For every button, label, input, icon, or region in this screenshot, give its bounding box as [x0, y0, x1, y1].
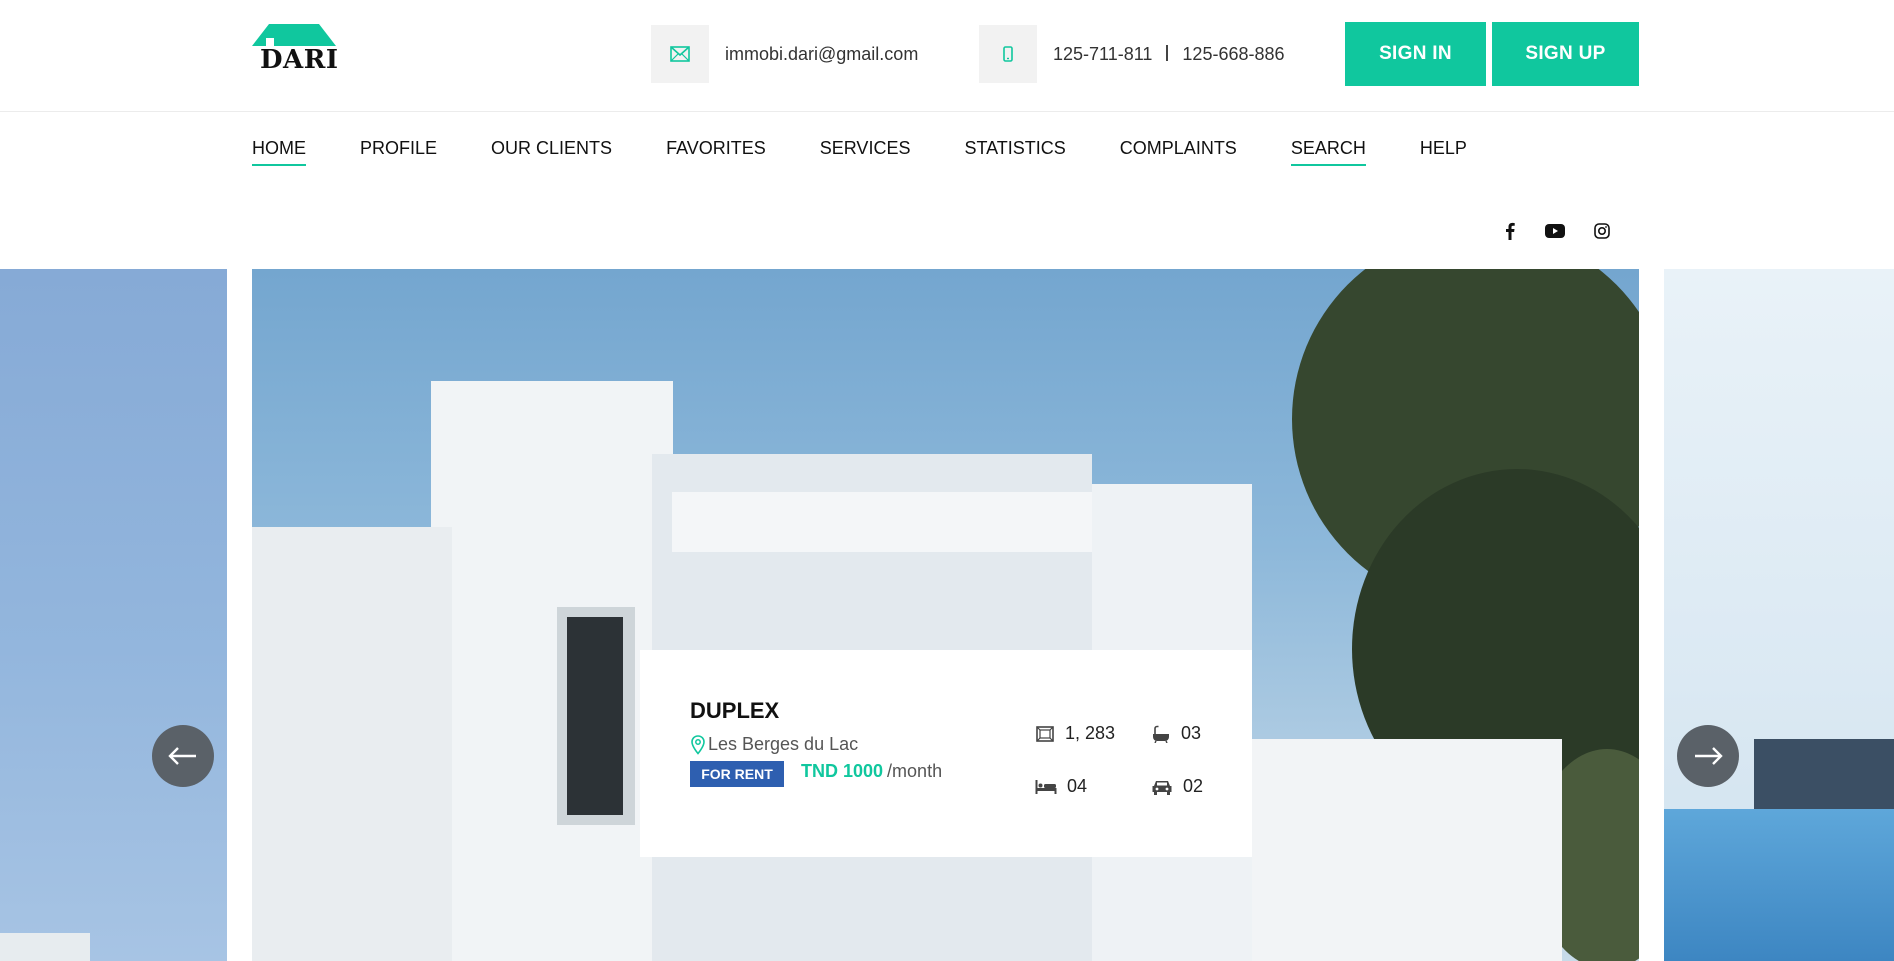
phone-number-2[interactable]: 125-668-886	[1182, 44, 1284, 64]
property-location: Les Berges du Lac	[690, 734, 858, 755]
building-shape	[252, 527, 452, 961]
email-address[interactable]: immobi.dari@gmail.com	[725, 44, 918, 65]
nav-item-home[interactable]: HOME	[252, 138, 306, 166]
bathtub-icon	[1153, 725, 1169, 743]
phone-contact: 125-711-811 125-668-886	[979, 25, 1285, 83]
nav-item-complaints[interactable]: COMPLAINTS	[1120, 138, 1237, 166]
price-amount: TND 1000	[801, 761, 884, 781]
slide-next-image	[1664, 269, 1894, 961]
arrow-left-icon	[168, 747, 196, 765]
area-icon	[1036, 725, 1054, 742]
window-shape	[567, 617, 623, 815]
instagram-icon[interactable]	[1590, 219, 1614, 243]
nav-item-profile[interactable]: PROFILE	[360, 138, 437, 166]
logo-text: DARI	[260, 45, 339, 75]
building-shape	[1252, 739, 1562, 961]
property-price: TND 1000/month	[801, 761, 942, 782]
area-feature: 1, 283	[1035, 723, 1115, 744]
area-value: 1, 283	[1065, 723, 1116, 743]
baths-value: 03	[1181, 723, 1202, 743]
property-card[interactable]: DUPLEX Les Berges du Lac FOR RENT TND 10…	[640, 650, 1252, 857]
building-shape	[431, 381, 673, 961]
nav-item-favorites[interactable]: FAVORITES	[666, 138, 766, 166]
email-contact: immobi.dari@gmail.com	[651, 25, 918, 83]
location-text: Les Berges du Lac	[708, 734, 859, 754]
nav-item-search[interactable]: SEARCH	[1290, 138, 1366, 166]
building-shape	[672, 492, 1092, 552]
main-nav: HOME PROFILE OUR CLIENTS FAVORITES SERVI…	[252, 138, 1521, 166]
nav-item-help[interactable]: HELP	[1420, 138, 1467, 166]
sign-up-button[interactable]: SIGN UP	[1492, 22, 1639, 86]
bath-feature: 03	[1151, 723, 1201, 744]
garage-feature: 02	[1151, 776, 1203, 797]
next-slide-button[interactable]	[1677, 725, 1739, 787]
slide-previous-image	[0, 269, 227, 961]
phone-separator	[1166, 44, 1169, 61]
sign-in-button[interactable]: SIGN IN	[1345, 22, 1486, 86]
facebook-icon[interactable]	[1498, 219, 1522, 243]
envelope-icon	[651, 25, 709, 83]
phone-number-1[interactable]: 125-711-811	[1053, 44, 1152, 64]
nav-item-our-clients[interactable]: OUR CLIENTS	[491, 138, 612, 166]
beds-value: 04	[1067, 776, 1088, 796]
bed-icon	[1035, 779, 1057, 794]
building-shape	[0, 933, 90, 961]
car-icon	[1152, 780, 1172, 795]
previous-slide-button[interactable]	[152, 725, 214, 787]
youtube-icon[interactable]	[1543, 219, 1567, 243]
top-header: DARI immobi.dari@gmail.com 125-711-811 12…	[0, 0, 1894, 112]
phone-numbers: 125-711-811 125-668-886	[1053, 44, 1285, 65]
map-pin-icon	[691, 734, 705, 755]
dari-logo[interactable]: DARI	[252, 24, 339, 75]
status-badge: FOR RENT	[690, 761, 784, 787]
slide-current-image	[252, 269, 1639, 961]
garage-value: 02	[1183, 776, 1204, 796]
bed-feature: 04	[1035, 776, 1087, 797]
price-unit: /month	[887, 761, 943, 781]
nav-item-services[interactable]: SERVICES	[820, 138, 911, 166]
property-title[interactable]: DUPLEX	[690, 698, 779, 724]
mobile-phone-icon	[979, 25, 1037, 83]
arrow-right-icon	[1695, 747, 1723, 765]
building-shape	[1664, 809, 1894, 961]
nav-item-statistics[interactable]: STATISTICS	[964, 138, 1065, 166]
